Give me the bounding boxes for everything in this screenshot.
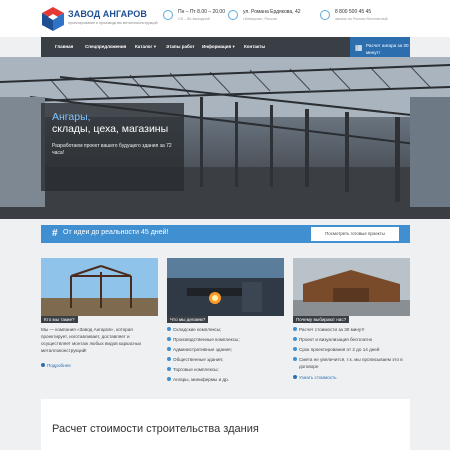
list-item: Ангары, минифермы и др. xyxy=(167,376,284,383)
arrow-circle-icon xyxy=(293,375,297,379)
site-header: ЗАВОД АНГАРОВ проектирование и производс… xyxy=(0,0,450,37)
arrow-circle-icon xyxy=(41,363,45,367)
nav-item-stages[interactable]: Этапы работ xyxy=(166,44,195,49)
bullet-icon xyxy=(167,347,171,351)
hero-banner: Ангары, склады, цеха, магазины Разработа… xyxy=(0,57,450,219)
hash-icon: # xyxy=(52,228,58,239)
nav-item-info[interactable]: Информация ▾ xyxy=(202,44,235,50)
bullet-icon xyxy=(167,327,171,331)
logo-title: ЗАВОД АНГАРОВ xyxy=(68,9,147,19)
list-item: Проект и визуализация бесплатно xyxy=(293,336,410,343)
hero-title: Ангары, склады, цеха, магазины xyxy=(52,111,182,135)
frame-construction-image xyxy=(41,258,158,316)
main-nav: Главная Спецпредложения Каталог ▾ Этапы … xyxy=(41,37,410,61)
chevron-down-icon: ▾ xyxy=(232,44,235,49)
view-projects-button[interactable]: Посмотреть готовые проекты xyxy=(311,227,399,241)
feature-who-text: Мы — компания «Завод Ангаров», которая п… xyxy=(41,327,142,353)
learn-cost-link[interactable]: Узнать стоимость xyxy=(293,375,337,380)
welding-workshop-image xyxy=(167,258,284,316)
promo-band-text: От идеи до реальности 45 дней! xyxy=(63,229,169,236)
list-item: Складские комплексы; xyxy=(167,326,284,333)
chevron-down-icon: ▾ xyxy=(153,44,156,49)
feature-why-heading: Почему выбирают нас? xyxy=(293,316,350,323)
feature-what-list: Складские комплексы; Производственные ко… xyxy=(167,326,284,386)
list-item: Смета не увеличится, т.к. мы прописываем… xyxy=(293,356,410,370)
list-item: Административные здания; xyxy=(167,346,284,353)
calculator-icon: ▦ xyxy=(355,43,363,52)
bullet-icon xyxy=(293,357,297,361)
nav-item-catalog[interactable]: Каталог ▾ xyxy=(135,44,156,50)
finished-hangar-image xyxy=(293,258,410,316)
logo-subtitle: проектирование и производство металлокон… xyxy=(68,21,158,25)
hero-title-accent: Ангары, xyxy=(52,111,91,123)
phone-note: звонок по России бесплатный xyxy=(335,17,388,21)
hours-line1: Пн – Пт 8.00 – 20.00 xyxy=(178,9,225,15)
bullet-icon xyxy=(167,377,171,381)
bullet-icon xyxy=(293,347,297,351)
address-line2: г.Кемерово, Россия xyxy=(243,17,277,21)
bullet-icon xyxy=(167,367,171,371)
bullet-icon xyxy=(293,337,297,341)
logo[interactable]: ЗАВОД АНГАРОВ проектирование и производс… xyxy=(41,6,158,32)
hero-card: Ангары, склады, цеха, магазины Разработа… xyxy=(41,103,184,191)
hero-title-rest: склады, цеха, магазины xyxy=(52,123,169,135)
feature-who-body: Мы — компания «Завод Ангаров», которая п… xyxy=(41,326,158,354)
nav-item-home[interactable]: Главная xyxy=(55,44,73,49)
bullet-icon xyxy=(293,327,297,331)
list-item: Расчет стоимости за 30 минут! xyxy=(293,326,410,333)
logo-cube-icon xyxy=(42,7,64,31)
nav-item-contacts[interactable]: Контакты xyxy=(244,44,265,49)
calc-section-title: Расчет стоимости строительства здания xyxy=(52,423,259,435)
feature-who-heading: Кто мы такие? xyxy=(41,316,78,323)
location-pin-icon xyxy=(228,10,238,20)
list-item: Производственные комплексы; xyxy=(167,336,284,343)
feature-why-list: Расчет стоимости за 30 минут! Проект и в… xyxy=(293,326,410,373)
bullet-icon xyxy=(167,337,171,341)
list-item: Общественные здания; xyxy=(167,356,284,363)
clock-icon xyxy=(163,10,173,20)
list-item: Срок проектирования от 2 до 14 дней xyxy=(293,346,410,353)
hours-line2: Сб – Вс выходной xyxy=(178,17,210,21)
feature-what-heading: Что мы делаем? xyxy=(167,316,209,323)
promo-band: # От идеи до реальности 45 дней! Посмотр… xyxy=(41,225,410,243)
hero-text: Разработаем проект вашего будущего здани… xyxy=(52,143,172,156)
phone-icon xyxy=(320,10,330,20)
bullet-icon xyxy=(167,357,171,361)
hangar-calc-label: Расчет ангара за 30 минут! xyxy=(366,43,409,55)
address-line1: ул. Романа Ердякова, 42 xyxy=(243,9,301,15)
phone-number[interactable]: 8 800 500 45 45 xyxy=(335,9,371,15)
list-item: Торговые комплексы; xyxy=(167,366,284,373)
read-more-link[interactable]: Подробнее xyxy=(41,363,71,368)
cost-calculation-section: Расчет стоимости строительства здания xyxy=(41,399,410,450)
nav-item-offers[interactable]: Спецпредложения xyxy=(85,44,126,49)
